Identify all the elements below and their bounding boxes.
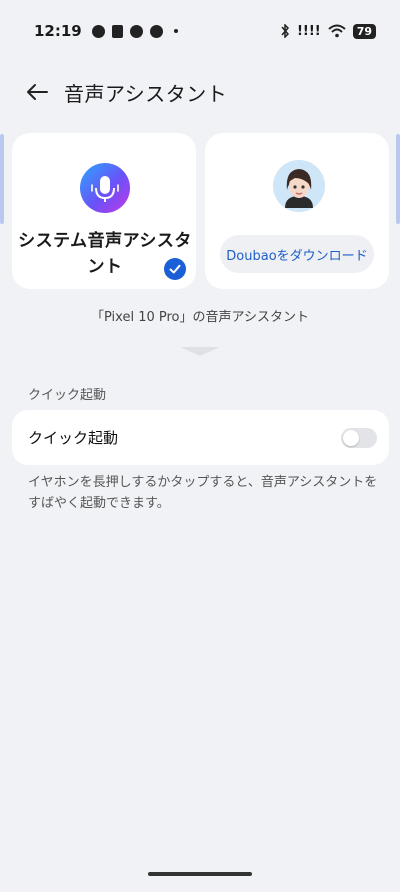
home-indicator[interactable] [148,872,252,876]
signal-icon: !!!! [296,23,321,39]
bluetooth-icon [281,24,289,38]
arrow-left-icon [27,84,48,100]
line-app-icon [149,24,163,38]
notification-icon [111,24,123,38]
app-header: 音声アシスタント [0,70,400,114]
carousel-edge-indicator [0,134,4,224]
carousel-edge-indicator [396,134,400,224]
microphone-icon [80,163,130,213]
avatar-icon [273,160,325,212]
download-doubao-button[interactable]: Doubaoをダウンロード [220,235,374,273]
notification-icon [129,24,143,38]
quick-launch-label: クイック起動 [28,429,119,447]
more-notifications-icon [173,29,178,33]
status-time: 12:19 [34,22,82,40]
page-title: 音声アシスタント [64,81,228,106]
quick-launch-help-text: イヤホンを長押しするかタップすると、音声アシスタントをすばやく起動できます。 [28,475,378,511]
back-button[interactable] [22,77,52,107]
notification-icon [91,24,105,38]
quick-launch-row[interactable]: クイック起動 [12,410,389,465]
section-label-quick-launch: クイック起動 [28,388,107,403]
device-caption: 「Pixel 10 Pro」の音声アシスタント [91,310,309,325]
wifi-icon [328,24,346,38]
status-bar: 12:19 !!!! 79 [0,0,400,62]
system-assistant-card[interactable]: システム音声アシスタント [12,133,196,289]
doubao-assistant-card[interactable]: Doubaoをダウンロード [205,133,389,289]
expand-caret-icon[interactable] [180,347,220,356]
selected-check-icon [164,258,186,280]
status-left: 12:19 [34,22,178,40]
quick-launch-toggle[interactable] [341,427,377,448]
status-right: !!!! 79 [280,23,376,39]
toggle-knob [343,429,359,446]
battery-indicator: 79 [352,23,376,39]
